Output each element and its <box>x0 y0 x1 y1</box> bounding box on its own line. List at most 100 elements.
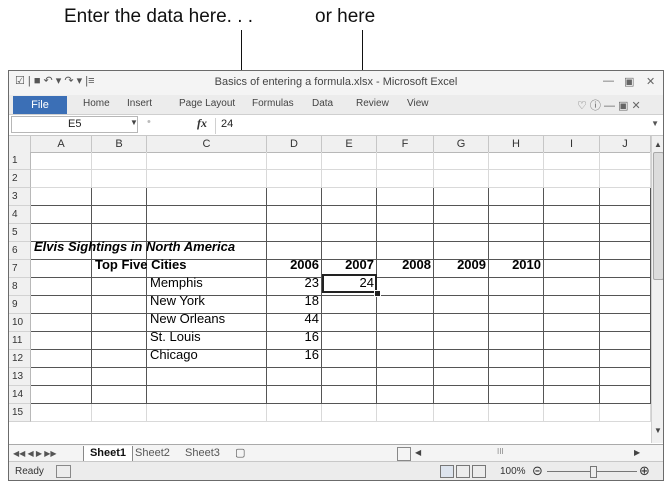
value-cell-2006[interactable]: 16 <box>267 346 322 364</box>
city-cell[interactable]: New Orleans <box>147 310 267 328</box>
grid-cell[interactable] <box>147 188 267 206</box>
grid-cell[interactable] <box>92 206 147 224</box>
grid-cell[interactable] <box>322 404 377 422</box>
grid-cell[interactable] <box>31 152 92 170</box>
hscroll-split-icon[interactable] <box>397 447 411 461</box>
grid-cell[interactable] <box>92 332 147 350</box>
grid-cell[interactable] <box>600 368 651 386</box>
grid-cell[interactable] <box>600 224 651 242</box>
grid-cell[interactable] <box>434 404 489 422</box>
minimize-icon[interactable]: — <box>603 75 614 87</box>
active-cell-e5[interactable]: 24 <box>322 274 377 293</box>
macro-record-icon[interactable] <box>56 465 71 478</box>
grid-cell[interactable] <box>489 188 544 206</box>
grid-cell[interactable] <box>377 314 434 332</box>
row-header[interactable]: 5 <box>9 224 31 242</box>
grid-cell[interactable] <box>322 170 377 188</box>
grid-cell[interactable] <box>600 314 651 332</box>
grid-cell[interactable] <box>489 350 544 368</box>
chevron-down-icon[interactable]: ▼ <box>130 118 138 127</box>
year-header-2006[interactable]: 2006 <box>267 256 322 274</box>
grid-cell[interactable] <box>322 314 377 332</box>
select-all-corner[interactable] <box>9 136 31 152</box>
row-header[interactable]: 1 <box>9 152 31 170</box>
grid-cell[interactable] <box>377 350 434 368</box>
grid-cell[interactable] <box>147 368 267 386</box>
grid-cell[interactable] <box>489 278 544 296</box>
grid-cell[interactable] <box>544 260 600 278</box>
row-header[interactable]: 14 <box>9 386 31 404</box>
column-header-b[interactable]: B <box>92 136 147 152</box>
grid-cell[interactable] <box>434 368 489 386</box>
grid-cell[interactable] <box>489 206 544 224</box>
column-header-c[interactable]: C <box>147 136 267 152</box>
row-header[interactable]: 12 <box>9 350 31 368</box>
row-header[interactable]: 3 <box>9 188 31 206</box>
year-header-2009[interactable]: 2009 <box>434 256 489 274</box>
grid-cell[interactable] <box>31 206 92 224</box>
grid-cell[interactable] <box>92 368 147 386</box>
grid-cell[interactable] <box>31 368 92 386</box>
value-cell-2006[interactable]: 16 <box>267 328 322 346</box>
grid-cell[interactable] <box>377 188 434 206</box>
sheet-nav-icons[interactable]: ◀◀ ◀ ▶ ▶▶ <box>13 446 57 461</box>
grid-cell[interactable] <box>434 332 489 350</box>
column-header-j[interactable]: J <box>600 136 651 152</box>
grid-cell[interactable] <box>322 350 377 368</box>
grid-cell[interactable] <box>434 188 489 206</box>
grid-cell[interactable] <box>322 152 377 170</box>
grid-cell[interactable] <box>322 386 377 404</box>
grid-cell[interactable] <box>92 386 147 404</box>
grid-cell[interactable] <box>489 296 544 314</box>
grid-cell[interactable] <box>544 296 600 314</box>
grid-cell[interactable] <box>92 278 147 296</box>
tab-review[interactable]: Review <box>356 98 389 109</box>
grid-cell[interactable] <box>489 332 544 350</box>
grid-cell[interactable] <box>600 350 651 368</box>
grid-cell[interactable] <box>147 404 267 422</box>
tab-formulas[interactable]: Formulas <box>252 98 294 109</box>
sheet-tab[interactable]: Sheet3 <box>185 446 220 461</box>
value-cell-2006[interactable]: 18 <box>267 292 322 310</box>
grid-cell[interactable] <box>600 260 651 278</box>
grid-cell[interactable] <box>544 386 600 404</box>
grid-cell[interactable] <box>434 152 489 170</box>
sheet-title[interactable]: Elvis Sightings in North America <box>31 238 291 256</box>
column-header-h[interactable]: H <box>489 136 544 152</box>
tab-file[interactable]: File <box>13 96 67 114</box>
grid-cell[interactable] <box>544 278 600 296</box>
grid-cell[interactable] <box>434 224 489 242</box>
row-header[interactable]: 9 <box>9 296 31 314</box>
grid-cell[interactable] <box>267 206 322 224</box>
grid-cell[interactable] <box>544 314 600 332</box>
grid-cell[interactable] <box>544 206 600 224</box>
grid-cell[interactable] <box>322 332 377 350</box>
row-header[interactable]: 8 <box>9 278 31 296</box>
year-header-2010[interactable]: 2010 <box>489 256 544 274</box>
grid-cell[interactable] <box>544 242 600 260</box>
city-cell[interactable]: St. Louis <box>147 328 267 346</box>
grid-cell[interactable] <box>600 242 651 260</box>
row-header[interactable]: 7 <box>9 260 31 278</box>
grid-cell[interactable] <box>267 152 322 170</box>
grid-cell[interactable] <box>377 170 434 188</box>
tab-page-layout[interactable]: Page Layout <box>179 98 235 109</box>
grid-cell[interactable] <box>31 350 92 368</box>
year-header-2008[interactable]: 2008 <box>377 256 434 274</box>
grid-cell[interactable] <box>600 152 651 170</box>
row-header[interactable]: 10 <box>9 314 31 332</box>
grid-cell[interactable] <box>544 188 600 206</box>
column-header-g[interactable]: G <box>434 136 489 152</box>
expand-formula-bar-icon[interactable]: ▼ <box>651 119 659 128</box>
grid-cell[interactable] <box>600 206 651 224</box>
grid-cell[interactable] <box>434 314 489 332</box>
column-header-e[interactable]: E <box>322 136 377 152</box>
grid-cell[interactable] <box>92 296 147 314</box>
row-header[interactable]: 4 <box>9 206 31 224</box>
grid-cell[interactable] <box>147 386 267 404</box>
grid-cell[interactable] <box>434 206 489 224</box>
grid-cell[interactable] <box>377 152 434 170</box>
grid-cell[interactable] <box>544 170 600 188</box>
grid-cell[interactable] <box>377 206 434 224</box>
year-header-2007[interactable]: 2007 <box>322 256 377 274</box>
